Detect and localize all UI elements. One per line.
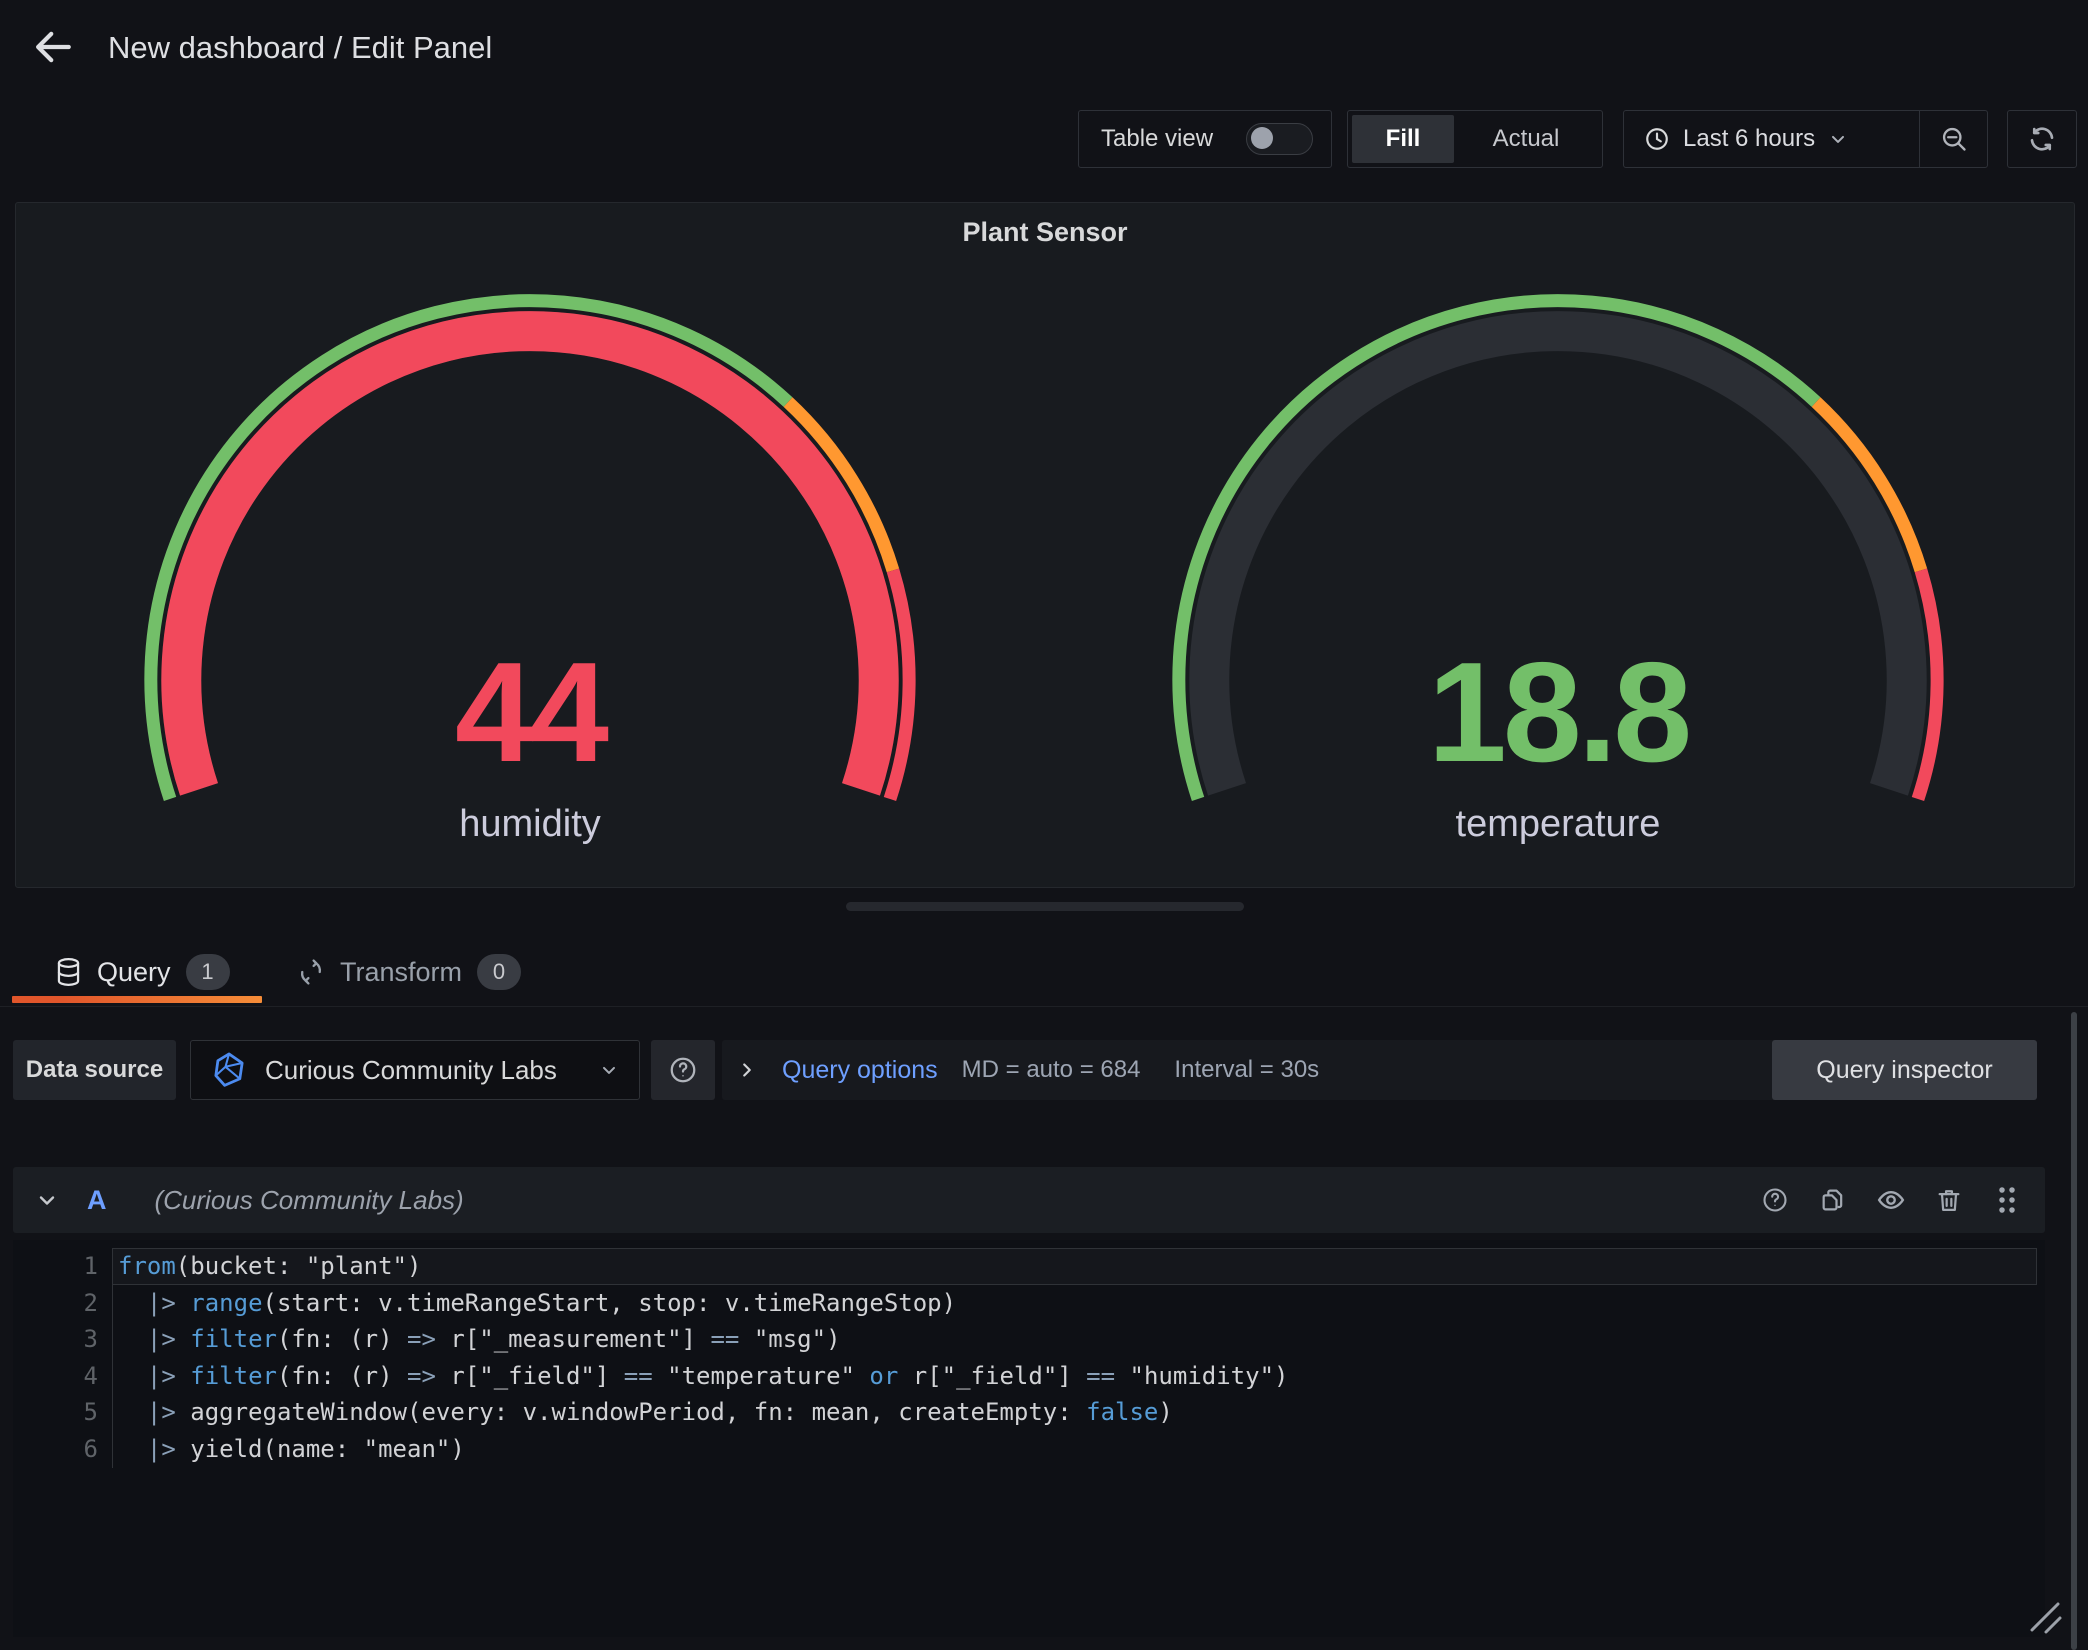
time-range-control: Last 6 hours [1623,110,1988,168]
code-line[interactable]: 6 |> yield(name: "mean") [13,1431,2045,1468]
query-help-button[interactable] [1761,1186,1789,1214]
table-view-control: Table view [1078,110,1332,168]
code-line[interactable]: 4 |> filter(fn: (r) => r["_field"] == "t… [13,1358,2045,1395]
grafana-edit-panel-page: New dashboard / Edit Panel Table view Fi… [0,0,2088,1650]
datasource-help-button[interactable] [651,1040,715,1100]
gauge-area: 44 humidity 18.8 temperature [16,251,2072,887]
interval-stat: Interval = 30s [1174,1056,1319,1084]
scrollbar-thumb[interactable] [2071,1012,2077,1650]
zoom-out-button[interactable] [1919,111,1987,167]
page-title: New dashboard / Edit Panel [108,30,492,66]
drag-query-handle[interactable] [1993,1186,2021,1214]
tabs-divider [0,1006,2088,1007]
table-view-label: Table view [1101,125,1213,153]
trash-icon [1935,1186,1963,1214]
refresh-icon [2027,124,2057,154]
time-range-label: Last 6 hours [1683,125,1815,153]
query-options-section: Query options MD = auto = 684 Interval =… [722,1040,1786,1100]
zoom-out-icon [1940,125,1968,153]
help-circle-icon [668,1055,698,1085]
transform-icon [297,958,325,986]
query-actions [1761,1186,2021,1214]
code-lines: 1from(bucket: "plant")2 |> range(start: … [13,1248,2045,1467]
panel-plant-sensor: Plant Sensor 44 humidity 18.8 temperatur… [15,202,2075,888]
panel-title[interactable]: Plant Sensor [16,217,2074,248]
datasource-name: Curious Community Labs [263,1055,583,1086]
copy-icon [1819,1186,1847,1214]
tab-query[interactable]: Query 1 [55,946,230,998]
arrow-left-icon [30,26,76,68]
toggle-visibility-button[interactable] [1877,1186,1905,1214]
toggle-knob [1251,127,1273,149]
gauge-label: temperature [1044,803,2072,846]
resize-corner-icon[interactable] [2024,1596,2064,1636]
actual-button[interactable]: Actual [1454,115,1598,163]
tab-query-count: 1 [186,954,230,990]
query-datasource-note: (Curious Community Labs) [155,1185,1762,1216]
gauge-label: humidity [16,803,1044,846]
query-ref-id: A [87,1185,107,1216]
chevron-down-icon [1828,129,1848,149]
code-line[interactable]: 5 |> aggregateWindow(every: v.windowPeri… [13,1394,2045,1431]
fill-button[interactable]: Fill [1352,115,1454,163]
tab-transform-label: Transform [340,957,462,988]
tab-query-label: Query [97,957,171,988]
table-view-toggle[interactable] [1246,123,1313,155]
active-tab-underline [12,996,262,1003]
grip-icon [1994,1185,2020,1215]
gauge-temperature: 18.8 temperature [1044,251,2072,887]
eye-icon [1876,1185,1906,1215]
chevron-down-icon [599,1060,619,1080]
database-icon [55,957,82,987]
datasource-picker[interactable]: Curious Community Labs [190,1040,640,1100]
gauge-humidity: 44 humidity [16,251,1044,887]
pane-resize-handle[interactable] [846,902,1244,911]
refresh-button[interactable] [2007,110,2077,168]
tab-transform[interactable]: Transform 0 [297,946,521,998]
gauge-value: 44 [16,633,1044,793]
duplicate-query-button[interactable] [1819,1186,1847,1214]
query-options-toggle[interactable]: Query options [782,1056,938,1085]
tab-transform-count: 0 [477,954,521,990]
query-row-header[interactable]: A (Curious Community Labs) [13,1167,2045,1233]
code-line[interactable]: 1from(bucket: "plant") [13,1248,2045,1285]
flux-code-editor[interactable]: 1from(bucket: "plant")2 |> range(start: … [13,1240,2045,1637]
code-line[interactable]: 2 |> range(start: v.timeRangeStart, stop… [13,1285,2045,1322]
query-inspector-button[interactable]: Query inspector [1772,1040,2037,1100]
delete-query-button[interactable] [1935,1186,1963,1214]
datasource-label: Data source [13,1040,176,1100]
chevron-right-icon[interactable] [736,1059,758,1081]
collapse-chevron-icon[interactable] [35,1188,59,1212]
max-data-points-stat: MD = auto = 684 [962,1056,1141,1084]
gauge-value: 18.8 [1044,633,2072,793]
code-line[interactable]: 3 |> filter(fn: (r) => r["_measurement"]… [13,1321,2045,1358]
clock-icon [1644,126,1670,152]
time-range-picker[interactable]: Last 6 hours [1624,111,1919,167]
datasource-cube-icon [211,1051,247,1089]
display-mode-group: Fill Actual [1347,110,1603,168]
back-button[interactable] [30,26,76,68]
